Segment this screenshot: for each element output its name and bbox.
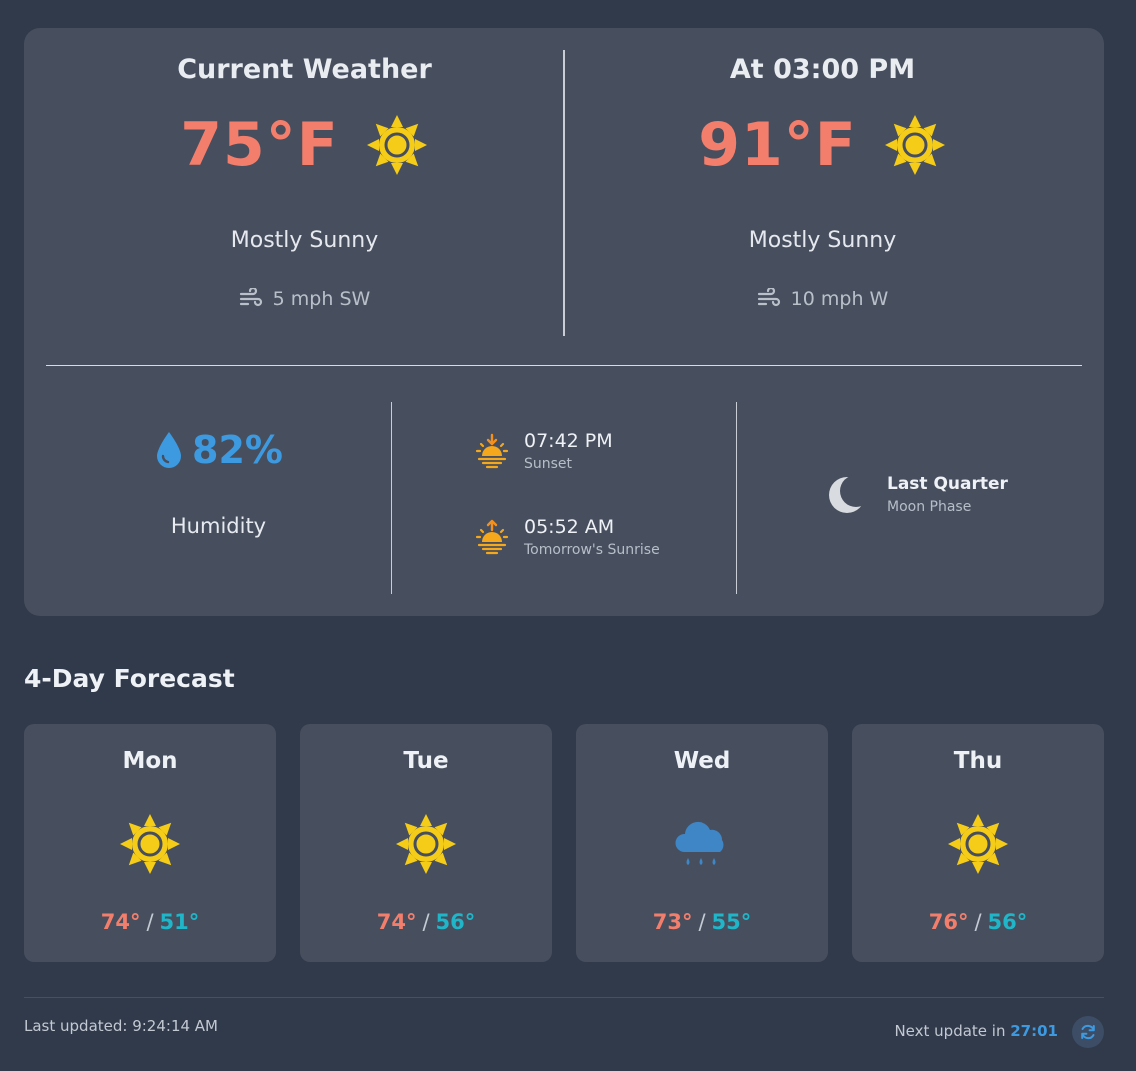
forecast-card-wed: Wed 73°/55° [576,724,828,962]
sun-times-panel: 07:42 PM Sunset 05:52 AM Tomorrow's Sunr… [392,402,736,594]
sun-icon [120,814,180,874]
sunset-time: 07:42 PM [524,430,613,452]
forecast-temps: 74°/51° [100,910,200,934]
sunrise-icon [475,519,509,555]
sun-icon [396,814,456,874]
current-temp-row: 75°F [46,110,563,180]
sunrise-time: 05:52 AM [524,516,615,538]
forecast-high: 73° [652,910,693,934]
moon-phase: Last Quarter [887,474,1008,494]
sunrise-item: 05:52 AM Tomorrow's Sunrise [474,516,660,558]
forecast-title: 4-Day Forecast [24,664,235,693]
forecast-day: Tue [403,748,449,774]
later-temperature: 91°F [698,110,857,180]
later-condition: Mostly Sunny [748,228,897,253]
forecast-low: 51° [159,910,200,934]
weather-card: Current Weather 75°F Mostly Sunny 5 mph … [24,28,1104,616]
wind-icon [757,288,780,307]
refresh-icon [1081,1024,1095,1040]
later-wind: 10 mph W [564,288,1081,310]
forecast-low: 56° [435,910,476,934]
later-temp-row: 91°F [564,110,1081,180]
sunrise-label: Tomorrow's Sunrise [524,542,660,558]
later-weather-title: At 03:00 PM [729,54,916,85]
current-weather-panel: Current Weather 75°F Mostly Sunny 5 mph … [46,28,563,364]
forecast-high: 76° [928,910,969,934]
forecast-low: 55° [711,910,752,934]
sun-icon [884,115,945,175]
current-wind: 5 mph SW [46,288,563,310]
current-wind-text: 5 mph SW [272,288,371,310]
section-divider [46,365,1082,366]
moon-phase-label: Moon Phase [887,499,972,515]
humidity-panel: 82% Humidity [46,402,391,594]
forecast-low: 56° [987,910,1028,934]
wind-icon [239,288,262,307]
moon-panel: Last Quarter Moon Phase [737,402,1082,594]
humidity-value: 82% [192,428,283,472]
footer-divider [24,997,1104,998]
next-update-text: Next update in 27:01 [894,1022,1058,1040]
refresh-button[interactable] [1072,1016,1104,1048]
rain-cloud-icon [675,821,724,865]
later-wind-text: 10 mph W [790,288,889,310]
moon-row: Last Quarter Moon Phase [827,474,1008,515]
next-update-prefix: Next update in [894,1022,1006,1040]
humidity-label: Humidity [170,514,267,538]
forecast-day: Wed [673,748,731,774]
forecast-card-mon: Mon 74°/51° [24,724,276,962]
next-update-countdown: 27:01 [1010,1022,1058,1040]
forecast-temps: 74°/56° [376,910,476,934]
sunset-icon [475,433,509,469]
forecast-temps: 73°/55° [652,910,752,934]
last-updated-text: Last updated: 9:24:14 AM [24,1017,219,1035]
sunset-item: 07:42 PM Sunset [474,430,613,472]
forecast-day: Thu [953,748,1003,774]
sun-icon [366,115,427,175]
forecast-day: Mon [122,748,178,774]
current-weather-title: Current Weather [177,54,432,85]
forecast-high: 74° [100,910,141,934]
humidity-row: 82% [46,428,391,472]
water-drop-icon [157,432,182,468]
forecast-temps: 76°/56° [928,910,1028,934]
sun-icon [948,814,1008,874]
sunset-label: Sunset [524,456,573,472]
current-condition: Mostly Sunny [230,228,379,253]
current-temperature: 75°F [180,110,339,180]
moon-icon [829,474,867,513]
later-weather-panel: At 03:00 PM 91°F Mostly Sunny 10 mph W [564,28,1081,364]
forecast-high: 74° [376,910,417,934]
forecast-card-thu: Thu 76°/56° [852,724,1104,962]
forecast-card-tue: Tue 74°/56° [300,724,552,962]
